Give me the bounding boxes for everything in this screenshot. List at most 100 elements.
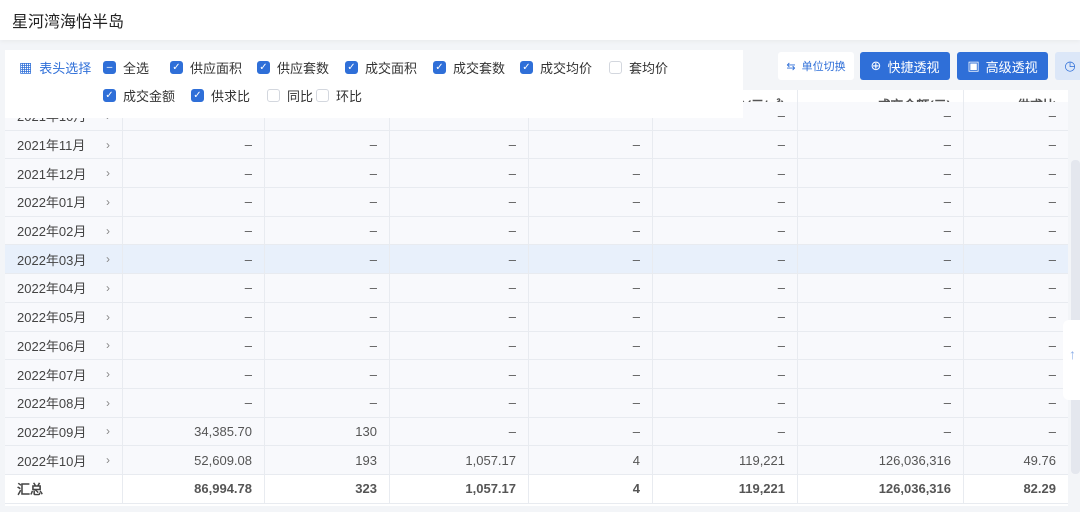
- cell-value: –: [369, 165, 377, 181]
- checkbox-label: 供应面积: [190, 61, 243, 76]
- cell-value: –: [508, 137, 516, 153]
- cell-value: –: [632, 423, 640, 439]
- cell-value: –: [1048, 309, 1056, 325]
- cell-value: 130: [355, 423, 377, 439]
- cell-value: –: [777, 423, 785, 439]
- cell-value: –: [943, 395, 951, 411]
- checkbox[interactable]: [316, 89, 329, 102]
- quick-pivot-button[interactable]: ⊕ 快捷透视: [860, 52, 950, 80]
- row-label: 2022年08月: [17, 396, 87, 412]
- table-row[interactable]: 2021年11月 › – – – – – – –: [5, 130, 1068, 160]
- row-label: 2022年10月: [17, 453, 87, 469]
- row-label: 2022年07月: [17, 367, 87, 383]
- checkbox-option[interactable]: ✓ 供应面积: [170, 58, 242, 77]
- cell-value: –: [777, 108, 785, 124]
- checkbox[interactable]: ✓: [103, 89, 116, 102]
- checkbox-option[interactable]: ✓ 成交面积: [345, 58, 417, 77]
- table-row[interactable]: 2022年01月 › – – – – – – –: [5, 188, 1068, 217]
- cell-value: 323: [355, 481, 377, 497]
- table-row[interactable]: 2022年07月 › – – – – – – –: [5, 360, 1068, 389]
- cell-value: –: [369, 337, 377, 353]
- chevron-right-icon[interactable]: ›: [106, 138, 110, 152]
- cell-value: –: [777, 309, 785, 325]
- table-row[interactable]: 2022年08月 › – – – – – – –: [5, 388, 1068, 418]
- unit-switch-button[interactable]: ⇆ 单位切换: [778, 52, 854, 80]
- cell-value: –: [1048, 366, 1056, 382]
- row-label: 2022年09月: [17, 424, 87, 440]
- table-row[interactable]: 2022年06月 › – – – – – – –: [5, 331, 1068, 361]
- cell-value: –: [244, 165, 252, 181]
- table-row[interactable]: 2022年04月 › – – – – – – –: [5, 274, 1068, 303]
- row-label: 2022年06月: [17, 338, 87, 354]
- data-table: 时间(月)供应面积(㎡)供应套数(套)成交面积(㎡)成交套数(套)成交均价(元/…: [5, 90, 1068, 506]
- chart-button[interactable]: ◷: [1055, 52, 1080, 80]
- cell-value: –: [508, 251, 516, 267]
- cell-value: –: [1048, 108, 1056, 124]
- checkbox[interactable]: ✓: [191, 89, 204, 102]
- header-select-panel: ▦ 表头选择 – 全选 ✓ 供应面积 ✓ 供应套数 ✓ 成交面积 ✓ 成交套数 ✓ 成交均价 套均价 ✓ 成…: [5, 50, 743, 118]
- checkbox-option[interactable]: ✓ 成交金额: [103, 86, 175, 105]
- table-row[interactable]: 2021年12月 › – – – – – – –: [5, 159, 1068, 189]
- checkbox-option[interactable]: 套均价: [609, 58, 668, 77]
- checkbox-label: 成交均价: [540, 61, 593, 76]
- cell-value: 193: [355, 452, 377, 468]
- cell-value: –: [777, 280, 785, 296]
- chevron-right-icon[interactable]: ›: [106, 424, 110, 438]
- chevron-right-icon[interactable]: ›: [106, 310, 110, 324]
- checkbox[interactable]: [267, 89, 280, 102]
- cell-value: –: [508, 395, 516, 411]
- pie-chart-icon: ◷: [1064, 58, 1076, 73]
- back-to-top-button[interactable]: ↑: [1063, 320, 1080, 400]
- checkbox-option[interactable]: ✓ 成交套数: [433, 58, 505, 77]
- cell-value: –: [369, 280, 377, 296]
- checkbox[interactable]: [609, 61, 622, 74]
- checkbox[interactable]: –: [103, 61, 116, 74]
- checkbox[interactable]: ✓: [433, 61, 446, 74]
- cell-value: –: [632, 337, 640, 353]
- checkbox[interactable]: ✓: [257, 61, 270, 74]
- total-row[interactable]: 汇总 86,994.78 323 1,057.17 4 119,221 126,036,31…: [5, 474, 1068, 504]
- table-row[interactable]: 2022年03月 › – – – – – – –: [5, 245, 1068, 275]
- checkbox-option[interactable]: ✓ 成交均价: [520, 58, 592, 77]
- chevron-right-icon[interactable]: ›: [106, 453, 110, 467]
- checkbox[interactable]: ✓: [520, 61, 533, 74]
- cell-value: –: [777, 137, 785, 153]
- chevron-right-icon[interactable]: ›: [106, 252, 110, 266]
- chevron-right-icon[interactable]: ›: [106, 367, 110, 381]
- chevron-right-icon[interactable]: ›: [106, 281, 110, 295]
- cell-value: –: [943, 251, 951, 267]
- cell-value: –: [943, 194, 951, 210]
- table-row[interactable]: 2022年02月 › – – – – – – –: [5, 216, 1068, 246]
- vertical-scrollbar[interactable]: [1071, 160, 1080, 474]
- row-label: 2022年01月: [17, 195, 87, 211]
- cell-value: –: [508, 337, 516, 353]
- table-row[interactable]: 2022年05月 › – – – – – – –: [5, 302, 1068, 332]
- checkbox-option[interactable]: 环比: [316, 86, 362, 105]
- table-row[interactable]: 2022年09月 › 34,385.70 130 – – – – –: [5, 417, 1068, 447]
- checkbox[interactable]: ✓: [170, 61, 183, 74]
- cell-value: –: [1048, 395, 1056, 411]
- cell-value: 82.29: [1023, 481, 1056, 497]
- checkbox-option[interactable]: ✓ 供求比: [191, 86, 250, 105]
- cell-value: 126,036,316: [878, 481, 951, 497]
- advanced-pivot-button[interactable]: ▣ 高级透视: [957, 52, 1048, 80]
- chevron-right-icon[interactable]: ›: [106, 338, 110, 352]
- row-label: 2022年04月: [17, 281, 87, 297]
- table-row[interactable]: 2022年10月 › 52,609.08 193 1,057.17 4 119,221 126…: [5, 446, 1068, 475]
- checkbox-option[interactable]: 同比: [267, 86, 313, 105]
- cell-value: –: [943, 309, 951, 325]
- cell-value: 1,057.17: [465, 452, 516, 468]
- chevron-right-icon[interactable]: ›: [106, 195, 110, 209]
- chevron-right-icon[interactable]: ›: [106, 396, 110, 410]
- cell-value: –: [632, 309, 640, 325]
- chevron-right-icon[interactable]: ›: [106, 166, 110, 180]
- checkbox[interactable]: ✓: [345, 61, 358, 74]
- chevron-right-icon[interactable]: ›: [106, 224, 110, 238]
- row-label: 2021年11月: [17, 138, 86, 154]
- checkbox-option[interactable]: ✓ 供应套数: [257, 58, 329, 77]
- row-label: 2022年02月: [17, 224, 87, 240]
- cell-value: –: [943, 337, 951, 353]
- checkbox-option[interactable]: – 全选: [103, 58, 149, 77]
- cell-value: –: [632, 137, 640, 153]
- row-label: 2021年12月: [17, 166, 87, 182]
